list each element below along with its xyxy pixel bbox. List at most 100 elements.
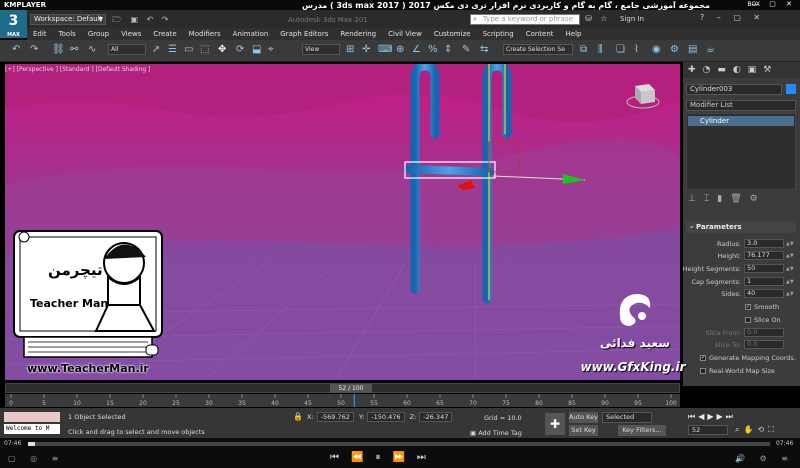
menu-item-rendering[interactable]: Rendering xyxy=(334,28,382,40)
menu-item-views[interactable]: Views xyxy=(115,28,147,40)
lock-icon[interactable]: 🔒 xyxy=(293,412,303,421)
named-selection-sets-dropdown[interactable]: Create Selection Se xyxy=(503,44,573,55)
playback-controls[interactable]: ⏮◀▶▶⏭ xyxy=(688,412,736,422)
spinner-snap-icon[interactable]: ⇕ xyxy=(444,44,452,55)
generate-mapping-checkbox[interactable]: ✓ Generate Mapping Coords. xyxy=(700,353,796,363)
object-name-field[interactable]: Cylinder003 xyxy=(686,84,782,95)
slice-from-value[interactable]: 0.0 xyxy=(744,328,784,337)
bind-spacewarp-icon[interactable]: ∿ xyxy=(88,44,96,55)
set-key-big-icon[interactable]: ✚ xyxy=(545,413,565,435)
object-color-swatch[interactable] xyxy=(786,84,796,94)
key-filters-button[interactable]: Key Filters... xyxy=(618,425,666,436)
select-object-icon[interactable]: ➚ xyxy=(152,44,160,55)
menu-item-modifiers[interactable]: Modifiers xyxy=(183,28,227,40)
menu-item-customize[interactable]: Customize xyxy=(428,28,477,40)
render-icon[interactable]: ☕ xyxy=(706,44,715,55)
spinner-icon[interactable]: ▲▼ xyxy=(786,289,794,299)
mirror-icon[interactable]: ⇆ xyxy=(480,44,488,55)
player-window-controls[interactable]: — ▢ ✕ xyxy=(752,0,796,8)
spinner-icon[interactable]: ▲▼ xyxy=(786,264,794,274)
menu-item-help[interactable]: Help xyxy=(560,28,588,40)
quick-access-toolbar[interactable]: 🗁 ▣ ↶ ↷ xyxy=(112,14,172,28)
menu-item-scripting[interactable]: Scripting xyxy=(477,28,520,40)
y-field[interactable]: -150.476 xyxy=(367,412,405,422)
param-value-field[interactable]: 1 xyxy=(744,277,784,286)
link-icon[interactable]: ⛓ xyxy=(52,44,65,55)
pivot-center-icon[interactable]: ⊞ xyxy=(346,44,354,55)
slice-on-checkbox[interactable]: Slice On xyxy=(745,315,781,325)
x-field[interactable]: -569.762 xyxy=(316,412,354,422)
menu-item-tools[interactable]: Tools xyxy=(53,28,82,40)
window-crossing-icon[interactable]: ⬚ xyxy=(200,44,209,55)
select-by-name-icon[interactable]: ☰ xyxy=(168,44,177,55)
track-bar[interactable]: 0 5 10 15 20 25 30 35 40 45 50 55 60 65 70 75 80 85 90 95 10… xyxy=(5,394,680,407)
stack-item-cylinder[interactable]: Cylinder xyxy=(688,116,794,126)
param-value-field[interactable]: 50 xyxy=(744,264,784,273)
spinner-icon[interactable]: ▲▼ xyxy=(786,277,794,287)
menu-item-graph-editors[interactable]: Graph Editors xyxy=(274,28,334,40)
app-logo[interactable]: 3 MAX xyxy=(0,10,27,38)
stack-tool-icons[interactable]: ⊥⌶▮🗑⚙ xyxy=(688,194,766,204)
percent-snap-icon[interactable]: % xyxy=(428,44,438,55)
menu-item-civil-view[interactable]: Civil View xyxy=(382,28,428,40)
key-selection-dropdown[interactable]: Selected xyxy=(602,412,652,423)
workspace-dropdown[interactable]: Workspace: Default ▼ xyxy=(30,14,106,25)
current-frame-field[interactable]: 52 xyxy=(688,425,728,435)
maxscript-mini-listener[interactable]: Welcome to M xyxy=(4,424,60,434)
menu-item-content[interactable]: Content xyxy=(520,28,560,40)
viewport-nav-icons[interactable]: ⌕✋⟲⛶ xyxy=(735,425,778,435)
menu-item-edit[interactable]: Edit xyxy=(27,28,53,40)
search-input[interactable]: ⌕ Type a keyword or phrase xyxy=(470,14,580,25)
smooth-checkbox[interactable]: ✓ Smooth xyxy=(745,302,779,312)
rect-selection-icon[interactable]: ▭ xyxy=(184,44,193,55)
parameters-rollout-header[interactable]: – Parameters xyxy=(686,222,796,233)
mirror-tool-icon[interactable]: ⧉ xyxy=(580,44,587,55)
select-move-icon[interactable]: ✥ xyxy=(218,44,226,55)
spinner-icon[interactable]: ▲▼ xyxy=(786,239,794,249)
auto-key-button[interactable]: Auto Key xyxy=(569,412,598,423)
menu-item-create[interactable]: Create xyxy=(147,28,182,40)
time-slider-thumb[interactable]: 52 / 100 xyxy=(330,384,372,393)
unlink-icon[interactable]: ⚯ xyxy=(70,44,78,55)
player-transport-controls[interactable]: ⏮⏪⏸⏩⏭ xyxy=(330,452,438,463)
layer-explorer-icon[interactable]: ❏ xyxy=(616,44,625,55)
sign-in-button[interactable]: Sign In xyxy=(620,15,644,23)
select-manipulate-icon[interactable]: ✛ xyxy=(362,44,370,55)
set-key-button[interactable]: Set Key xyxy=(569,425,598,436)
render-frame-icon[interactable]: ▤ xyxy=(688,44,697,55)
select-scale-icon[interactable]: ⬓ xyxy=(252,44,261,55)
undo-icon[interactable]: ↶ xyxy=(12,44,20,55)
viewport-label[interactable]: [+] [Perspective ] [Standard ] [Default … xyxy=(5,66,150,73)
modifier-list-dropdown[interactable]: Modifier List xyxy=(686,100,796,111)
param-value-field[interactable]: 3.0 xyxy=(744,239,784,248)
param-value-field[interactable]: 40 xyxy=(744,289,784,298)
player-seek-bar[interactable] xyxy=(28,442,770,446)
align-icon[interactable]: ⫼ xyxy=(598,44,603,55)
redo-icon[interactable]: ↷ xyxy=(30,44,38,55)
player-left-controls[interactable]: ▢ ◎ ≡ xyxy=(8,454,64,463)
maxscript-listener[interactable] xyxy=(4,412,60,422)
select-rotate-icon[interactable]: ⟳ xyxy=(236,44,244,55)
command-panel-tabs[interactable]: ✚◔▬◐▣⚒ xyxy=(683,62,800,78)
menu-item-group[interactable]: Group xyxy=(82,28,115,40)
add-time-tag[interactable]: ▣ Add Time Tag xyxy=(470,429,522,437)
z-field[interactable]: -26.347 xyxy=(419,412,453,422)
title-icons[interactable]: ⛁ ☆ xyxy=(585,14,610,23)
reference-coord-dropdown[interactable]: View xyxy=(302,44,340,55)
param-value-field[interactable]: 76.177 xyxy=(744,251,784,260)
snap-toggle-icon[interactable]: ⊕ xyxy=(396,44,404,55)
keyboard-shortcut-icon[interactable]: ⌨ xyxy=(378,44,392,55)
player-right-controls[interactable]: 🔊 ⚙ ≡ xyxy=(735,454,794,463)
real-world-map-checkbox[interactable]: Real-World Map Size xyxy=(700,366,775,376)
modifier-stack[interactable]: Cylinder xyxy=(686,113,796,190)
placement-icon[interactable]: ⌖ xyxy=(268,44,274,55)
edit-named-selection-icon[interactable]: ✎ xyxy=(462,44,470,55)
app-window-controls[interactable]: ? – ▢ ✕ xyxy=(700,13,765,22)
curve-editor-icon[interactable]: ⌇ xyxy=(634,44,639,55)
angle-snap-icon[interactable]: ∠ xyxy=(412,44,421,55)
spinner-icon[interactable]: ▲▼ xyxy=(786,251,794,261)
render-setup-icon[interactable]: ⚙ xyxy=(670,44,679,55)
menu-item-animation[interactable]: Animation xyxy=(227,28,275,40)
slice-to-value[interactable]: 0.0 xyxy=(744,340,784,349)
material-editor-icon[interactable]: ◉ xyxy=(652,44,661,55)
